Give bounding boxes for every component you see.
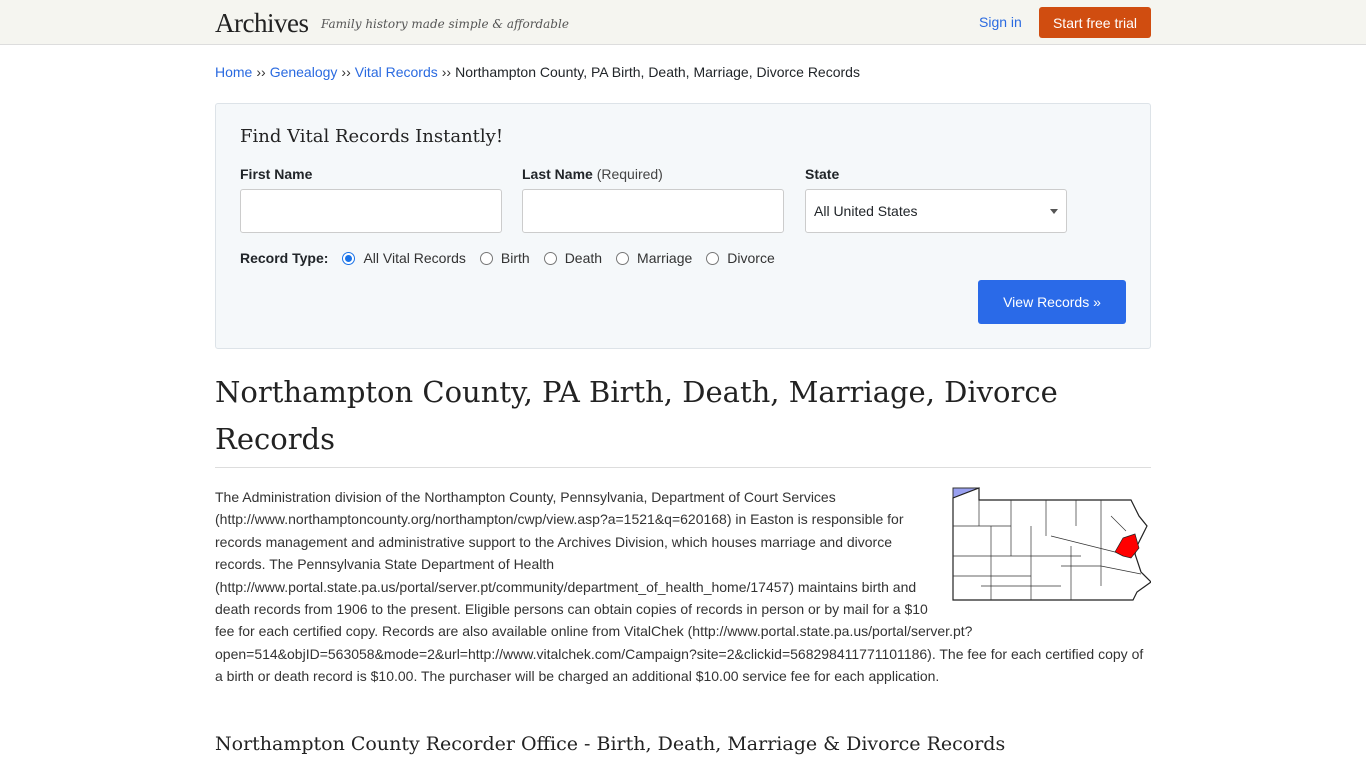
page-title: Northampton County, PA Birth, Death, Mar… — [215, 369, 1151, 468]
record-type-label: Record Type: — [240, 250, 329, 266]
logo[interactable]: Archives — [215, 8, 309, 39]
radio-label: Marriage — [637, 250, 693, 266]
breadcrumb-genealogy[interactable]: Genealogy — [270, 64, 338, 80]
tagline: Family history made simple & affordable — [321, 17, 569, 31]
radio-label: Death — [564, 250, 603, 266]
state-select[interactable]: All United States — [805, 189, 1067, 233]
pennsylvania-county-map — [952, 487, 1151, 601]
radio-birth[interactable]: Birth — [479, 250, 530, 266]
state-label: State — [805, 166, 840, 182]
breadcrumb: Home ›› Genealogy ›› Vital Records ›› Northamp… — [215, 45, 1151, 103]
first-name-label: First Name — [240, 166, 313, 182]
radio-icon — [479, 251, 493, 265]
state-group: State All United States — [805, 166, 1067, 233]
record-type-group: Record Type: All Vital Records Birth Dea… — [240, 250, 789, 266]
search-title: Find Vital Records Instantly! — [240, 126, 504, 147]
start-free-trial-button[interactable]: Start free trial — [1038, 7, 1151, 38]
breadcrumb-separator: ›› — [341, 64, 351, 80]
article-body: The Administration division of the North… — [215, 486, 1151, 688]
breadcrumb-vital-records[interactable]: Vital Records — [355, 64, 438, 80]
breadcrumb-current: Northampton County, PA Birth, Death, Mar… — [455, 64, 860, 80]
breadcrumb-home[interactable]: Home — [215, 64, 252, 80]
radio-marriage[interactable]: Marriage — [616, 250, 692, 266]
last-name-label: Last Name (Required) — [522, 166, 784, 182]
search-form: Find Vital Records Instantly! First Name… — [215, 103, 1151, 349]
required-note: (Required) — [596, 166, 663, 182]
radio-label: Divorce — [727, 250, 775, 266]
radio-label: Birth — [500, 250, 530, 266]
sign-in-link[interactable]: Sign in — [979, 14, 1022, 30]
radio-icon — [543, 251, 557, 265]
recorder-office-heading: Northampton County Recorder Office - Bir… — [215, 732, 1006, 755]
radio-checked-icon — [342, 251, 356, 265]
first-name-input[interactable] — [240, 189, 502, 233]
last-name-group: Last Name (Required) — [522, 166, 784, 233]
radio-all-vital-records[interactable]: All Vital Records — [342, 250, 466, 266]
first-name-group: First Name — [240, 166, 502, 233]
radio-icon — [616, 251, 630, 265]
last-name-input[interactable] — [522, 189, 784, 233]
state-value: All United States — [814, 203, 918, 219]
radio-icon — [706, 251, 720, 265]
radio-label: All Vital Records — [363, 250, 466, 266]
breadcrumb-separator: ›› — [256, 64, 266, 80]
top-bar: Archives Family history made simple & af… — [0, 0, 1366, 45]
radio-divorce[interactable]: Divorce — [706, 250, 775, 266]
radio-death[interactable]: Death — [543, 250, 603, 266]
breadcrumb-separator: ›› — [441, 64, 452, 80]
chevron-down-icon — [1050, 208, 1058, 214]
last-name-label-text: Last Name — [522, 166, 593, 182]
view-records-button[interactable]: View Records » — [978, 280, 1126, 324]
